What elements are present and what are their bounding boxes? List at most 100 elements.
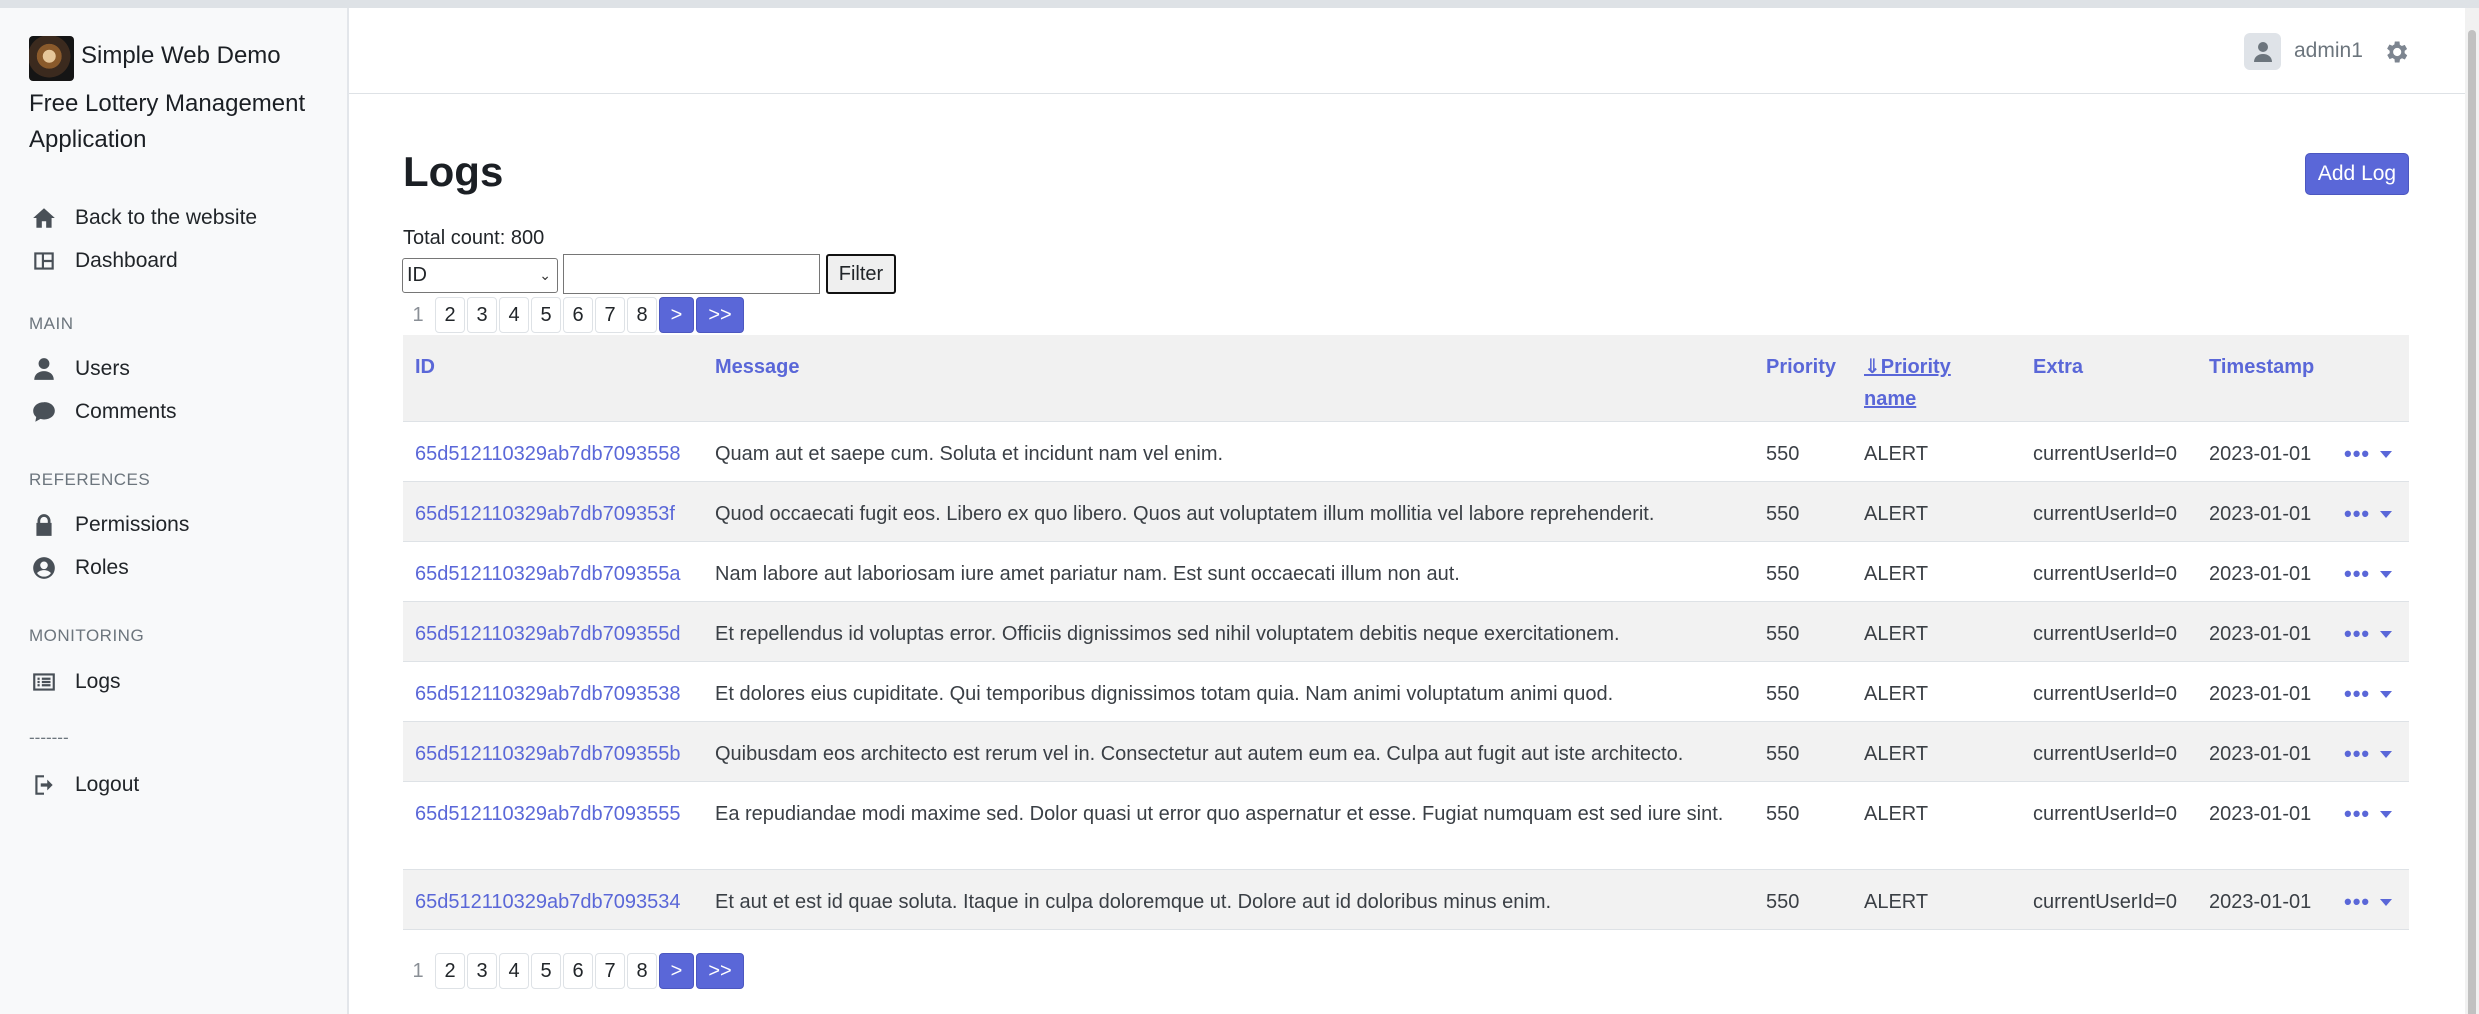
row-priority: 550 xyxy=(1766,623,1800,645)
more-dots-icon: ••• xyxy=(2344,889,2371,914)
caret-down-icon xyxy=(2380,450,2393,458)
row-id-link[interactable]: 65d512110329ab7db7093538 xyxy=(415,678,680,710)
next-page-button[interactable]: > xyxy=(659,953,694,989)
row-timestamp: 2023-01-01 xyxy=(2209,443,2312,465)
table-header: ID Message Priority ⇓Priority name Extra… xyxy=(403,335,2409,422)
sidebar-item-comments[interactable]: Comments xyxy=(29,394,329,430)
page-link[interactable]: 2 xyxy=(435,953,465,989)
sidebar-item-label: Permissions xyxy=(75,513,190,536)
row-actions-menu[interactable]: ••• xyxy=(2344,443,2393,465)
column-header-message[interactable]: Message xyxy=(715,351,800,383)
window-top-border xyxy=(0,0,2479,8)
caret-down-icon xyxy=(2380,810,2393,818)
row-id-link[interactable]: 65d512110329ab7db7093534 xyxy=(415,886,680,918)
page-link[interactable]: 3 xyxy=(467,953,497,989)
row-actions-menu[interactable]: ••• xyxy=(2344,803,2393,825)
vertical-scrollbar[interactable] xyxy=(2465,8,2479,1014)
page-link[interactable]: 2 xyxy=(435,297,465,333)
next-page-button[interactable]: > xyxy=(659,297,694,333)
column-header-id[interactable]: ID xyxy=(415,351,435,383)
page-link[interactable]: 6 xyxy=(563,953,593,989)
user-avatar-icon[interactable] xyxy=(2244,33,2281,70)
page-link[interactable]: 7 xyxy=(595,953,625,989)
table-row: 65d512110329ab7db709353f Quod occaecati … xyxy=(403,482,2409,542)
caret-down-icon xyxy=(2380,690,2393,698)
row-message: Nam labore aut laboriosam iure amet pari… xyxy=(715,563,1460,585)
row-priority: 550 xyxy=(1766,503,1800,525)
more-dots-icon: ••• xyxy=(2344,741,2371,766)
sidebar-heading-monitoring: MONITORING xyxy=(29,626,145,645)
table-row: 65d512110329ab7db7093538 Et dolores eius… xyxy=(403,662,2409,722)
row-priority-name: ALERT xyxy=(1864,891,1929,913)
filter-button[interactable]: Filter xyxy=(826,254,896,294)
page-link[interactable]: 8 xyxy=(627,953,657,989)
row-timestamp: 2023-01-01 xyxy=(2209,623,2312,645)
brand-logo xyxy=(29,36,74,81)
sidebar-item-roles[interactable]: Roles xyxy=(29,550,329,586)
row-actions-menu[interactable]: ••• xyxy=(2344,623,2393,645)
row-actions-menu[interactable]: ••• xyxy=(2344,561,2393,586)
comment-icon xyxy=(29,397,59,427)
add-log-button[interactable]: Add Log xyxy=(2305,153,2409,195)
sidebar-item-users[interactable]: Users xyxy=(29,351,329,387)
more-dots-icon: ••• xyxy=(2344,681,2371,706)
column-header-timestamp[interactable]: Timestamp xyxy=(2209,351,2314,383)
filter-field-select[interactable]: ID ⌄ xyxy=(402,258,558,293)
row-message: Et dolores eius cupiditate. Qui temporib… xyxy=(715,683,1614,705)
row-message: Et repellendus id voluptas error. Offici… xyxy=(715,623,1620,645)
row-id-link[interactable]: 65d512110329ab7db709355b xyxy=(415,738,680,770)
row-id-link[interactable]: 65d512110329ab7db709355d xyxy=(415,618,680,650)
row-id-link[interactable]: 65d512110329ab7db709353f xyxy=(415,498,675,530)
page-current: 1 xyxy=(403,953,433,989)
gear-icon[interactable] xyxy=(2382,38,2410,66)
row-id-link[interactable]: 65d512110329ab7db709355a xyxy=(415,558,680,590)
table-row: 65d512110329ab7db7093555 Ea repudiandae … xyxy=(403,782,2409,870)
row-message: Et aut et est id quae soluta. Itaque in … xyxy=(715,891,1552,913)
sidebar-item-label: Logs xyxy=(75,670,121,693)
logout-icon xyxy=(29,770,59,800)
row-timestamp: 2023-01-01 xyxy=(2209,803,2312,825)
chevron-down-icon: ⌄ xyxy=(539,267,551,283)
page-link[interactable]: 4 xyxy=(499,297,529,333)
sidebar-item-logout[interactable]: Logout xyxy=(29,767,329,803)
column-header-priority[interactable]: Priority xyxy=(1766,351,1836,383)
more-dots-icon: ••• xyxy=(2344,501,2371,526)
sidebar-item-logs[interactable]: Logs xyxy=(29,664,329,700)
page-link[interactable]: 5 xyxy=(531,953,561,989)
pagination-bottom: 1 2 3 4 5 6 7 8 > >> xyxy=(403,953,746,989)
sidebar-item-dashboard[interactable]: Dashboard xyxy=(29,243,329,279)
row-extra: currentUserId=0 xyxy=(2033,443,2177,465)
sidebar-item-permissions[interactable]: Permissions xyxy=(29,507,329,543)
row-id-link[interactable]: 65d512110329ab7db7093555 xyxy=(415,798,680,830)
sidebar-heading-main: MAIN xyxy=(29,314,74,333)
row-extra: currentUserId=0 xyxy=(2033,683,2177,705)
row-actions-menu[interactable]: ••• xyxy=(2344,501,2393,526)
row-priority-name: ALERT xyxy=(1864,683,1929,705)
username[interactable]: admin1 xyxy=(2294,39,2363,63)
page-link[interactable]: 3 xyxy=(467,297,497,333)
dashboard-icon xyxy=(29,246,59,276)
row-actions-menu[interactable]: ••• xyxy=(2344,889,2393,914)
page-link[interactable]: 7 xyxy=(595,297,625,333)
page-link[interactable]: 5 xyxy=(531,297,561,333)
filter-input[interactable] xyxy=(563,254,820,294)
page-link[interactable]: 6 xyxy=(563,297,593,333)
row-message: Ea repudiandae modi maxime sed. Dolor qu… xyxy=(715,803,1724,825)
user-circle-icon xyxy=(29,553,59,583)
row-extra: currentUserId=0 xyxy=(2033,503,2177,525)
column-header-priority-name[interactable]: ⇓Priority name xyxy=(1864,351,1964,415)
sidebar-item-label: Roles xyxy=(75,556,129,579)
row-actions-menu[interactable]: ••• xyxy=(2344,681,2393,706)
last-page-button[interactable]: >> xyxy=(696,953,744,989)
total-count: Total count: 800 xyxy=(403,227,545,249)
scrollbar-thumb[interactable] xyxy=(2468,30,2476,1014)
row-actions-menu[interactable]: ••• xyxy=(2344,741,2393,766)
page-link[interactable]: 4 xyxy=(499,953,529,989)
sidebar-item-back-to-website[interactable]: Back to the website xyxy=(29,200,329,236)
page-link[interactable]: 8 xyxy=(627,297,657,333)
row-id-link[interactable]: 65d512110329ab7db7093558 xyxy=(415,438,680,470)
caret-down-icon xyxy=(2380,630,2393,638)
last-page-button[interactable]: >> xyxy=(696,297,744,333)
column-header-extra[interactable]: Extra xyxy=(2033,351,2083,383)
more-dots-icon: ••• xyxy=(2344,561,2371,586)
